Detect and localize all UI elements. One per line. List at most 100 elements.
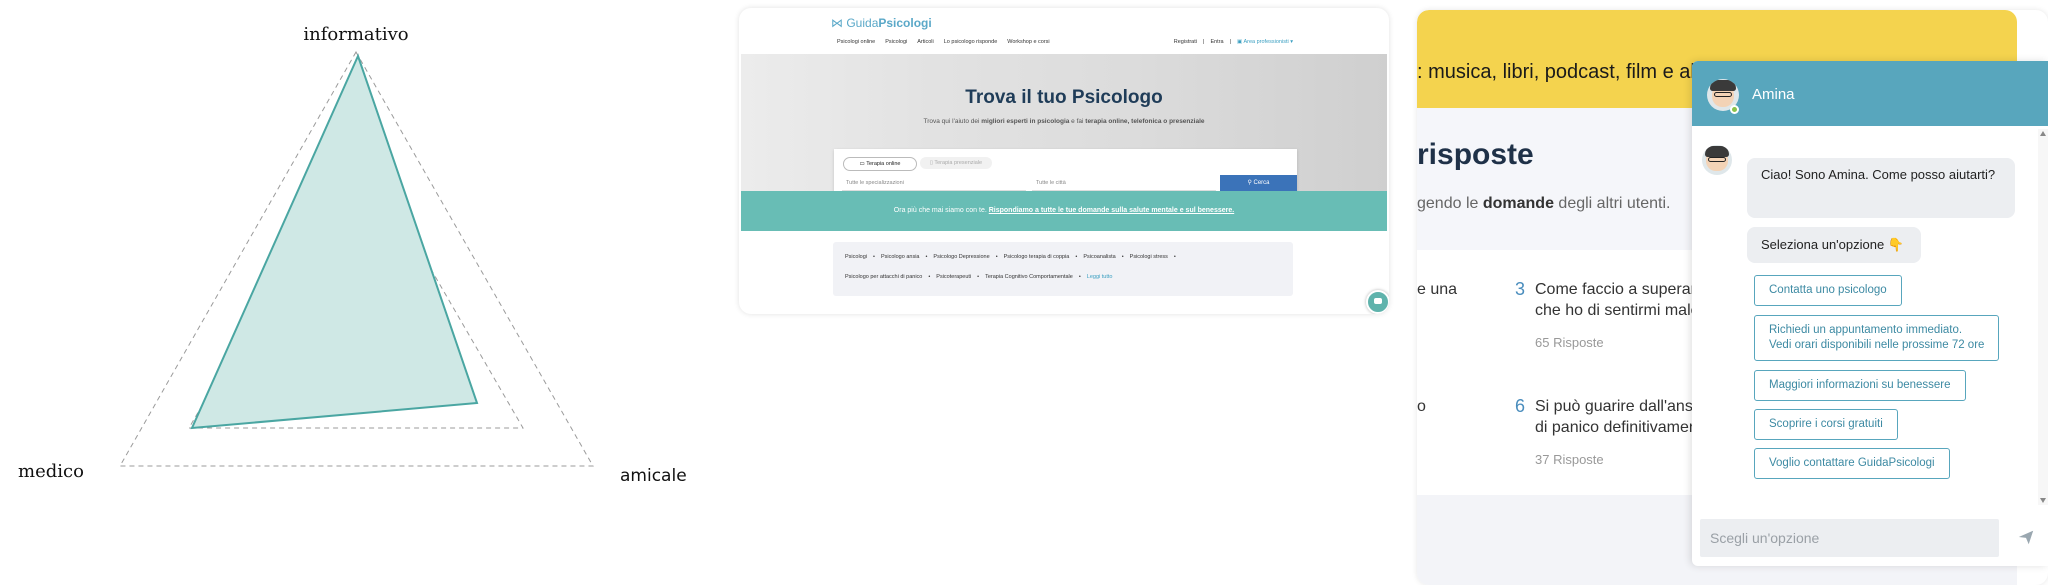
tab-online-label: Terapia online (866, 161, 901, 167)
question-number: 3 (1515, 279, 1526, 299)
chat-input[interactable]: Scegli un'opzione (1700, 519, 1999, 557)
sub-a: gendo le (1417, 195, 1483, 212)
sub-b: domande (1482, 195, 1554, 212)
tab-online-therapy[interactable]: ▭ Terapia online (843, 157, 917, 171)
online-status-icon (1730, 105, 1739, 114)
nav-divider: | (1203, 39, 1205, 45)
hero-subtitle: Trova qui l'aiuto dei migliori esperti i… (741, 118, 1387, 125)
bullet: • (1075, 254, 1078, 260)
popular-link[interactable]: Psicologo Depressione (933, 254, 989, 260)
site-logo[interactable]: ⋈ GuidaPsicologi (831, 16, 932, 30)
links-row: Psicologo per attacchi di panico • Psico… (845, 274, 1112, 280)
bullet: • (873, 254, 875, 260)
radar-chart: informativo medico amicale (18, 24, 687, 486)
chat-widget: Amina Ciao! Sono Amina. Come posso aiuta… (1692, 61, 2048, 566)
login-link[interactable]: Entra (1210, 39, 1223, 45)
search-button-label: Cerca (1253, 180, 1270, 186)
question-title[interactable]: di panico definitivamen (1535, 417, 1698, 438)
chevron-down-icon: ▾ (1288, 39, 1293, 45)
hero-section: Trova il tuo Psicologo Trova qui l'aiuto… (741, 54, 1387, 200)
nav-link[interactable]: Workshop e corsi (1007, 39, 1049, 45)
answer-count: 65 Risposte (1535, 335, 1604, 350)
popular-link[interactable]: Psicologo ansia (881, 254, 920, 260)
popular-link[interactable]: Psicoterapeuti (936, 274, 971, 280)
banner-text: Ora più che mai siamo con te. (893, 207, 989, 214)
popular-link[interactable]: Psicologi (845, 254, 867, 260)
glasses-shape (1708, 157, 1726, 162)
option-contact-guidapsicologi[interactable]: Voglio contattare GuidaPsicologi (1754, 448, 1950, 479)
glasses-shape (1714, 92, 1732, 97)
hero-sub-b: migliori esperti in psicologia (981, 118, 1070, 125)
logo-text-b: Psicologi (878, 16, 932, 30)
site-header: ⋈ GuidaPsicologi Psicologi online Psicol… (739, 8, 1389, 53)
question-title[interactable]: Come faccio a superare (1535, 279, 1705, 300)
send-icon[interactable] (2017, 528, 2035, 546)
bullet: • (925, 254, 928, 260)
hero-sub-d: terapia online, telefonica o presenziale (1085, 118, 1205, 125)
nav-link[interactable]: Psicologi online (837, 39, 875, 45)
chat-bubble-icon[interactable] (1366, 290, 1389, 314)
agent-name: Amina (1752, 86, 1795, 103)
site-nav: Psicologi online Psicologi Articoli Lo p… (837, 39, 1050, 45)
popular-link[interactable]: Terapia Cognitivo Comportamentale (985, 274, 1073, 280)
question-fragment: e una (1417, 281, 1458, 298)
links-row: Psicologi • Psicologo ansia • Psicologo … (845, 254, 1176, 260)
question-title[interactable]: che ho di sentirmi male (1535, 300, 1700, 321)
popular-link[interactable]: Psicologo terapia di coppia (1004, 254, 1070, 260)
popular-link[interactable]: Psicoanalista (1083, 254, 1115, 260)
city-input[interactable]: Tutte le città (1032, 175, 1216, 191)
bullet: • (995, 254, 998, 260)
option-wellbeing-info[interactable]: Maggiori informazioni su benessere (1754, 370, 1966, 401)
bullet: • (928, 274, 931, 280)
scroll-down-icon[interactable] (2040, 498, 2046, 503)
sub-c: degli altri utenti. (1553, 195, 1671, 212)
nav-link[interactable]: Psicologi (885, 39, 907, 45)
popular-link[interactable]: Psicologo per attacchi di panico (845, 274, 922, 280)
avatar (1702, 145, 1732, 175)
nav-link[interactable]: Lo psicologo risponde (944, 39, 998, 45)
radar-data-area (190, 53, 479, 430)
search-button[interactable]: ⚲ Cerca (1220, 175, 1297, 192)
bullet: • (1121, 254, 1124, 260)
pro-area-label: Area professionisti (1243, 39, 1289, 45)
radar-label-top: informativo (303, 24, 408, 45)
scroll-up-icon[interactable] (2040, 131, 2046, 136)
read-all-link[interactable]: Leggi tutto (1087, 274, 1113, 280)
chat-scrollbar[interactable] (2038, 129, 2048, 505)
logo-text-a: Guida (846, 16, 879, 30)
popular-link[interactable]: Psicologi stress (1130, 254, 1168, 260)
tab-in-person-therapy[interactable]: ▯ Terapia presenziale (920, 157, 992, 169)
info-banner: Ora più che mai siamo con te. Rispondiam… (741, 191, 1387, 231)
option-line: Richiedi un appuntamento immediato. (1769, 324, 1963, 336)
option-free-courses[interactable]: Scoprire i corsi gratuiti (1754, 409, 1898, 440)
tab-presenza-label: Terapia presenziale (934, 160, 983, 166)
section-subtitle: gendo le domande degli altri utenti. (1417, 195, 1670, 213)
nav-link[interactable]: Articoli (917, 39, 934, 45)
prompt-message: Seleziona un'opzione 👇 (1747, 227, 1921, 263)
pro-area-link[interactable]: ▣ Area professionisti ▾ (1237, 39, 1293, 45)
hero-title: Trova il tuo Psicologo (965, 87, 1163, 108)
question-fragment: o (1417, 398, 1426, 415)
option-line: Vedi orari disponibili nelle prossime 72… (1769, 339, 1985, 351)
hair-shape (1710, 80, 1736, 91)
hair-shape (1705, 146, 1729, 157)
chat-header: Amina (1692, 61, 2048, 126)
register-link[interactable]: Registrati (1174, 39, 1197, 45)
website-screenshot: ⋈ GuidaPsicologi Psicologi online Psicol… (739, 8, 1389, 314)
nav-divider: | (1229, 39, 1232, 45)
hero-sub-c: e fai (1069, 118, 1086, 125)
bullet: • (1173, 254, 1176, 260)
radar-label-left: medico (18, 461, 84, 482)
butterfly-icon: ⋈ (831, 16, 843, 30)
option-request-appointment[interactable]: Richiedi un appuntamento immediato. Vedi… (1754, 315, 1999, 361)
specialization-input[interactable]: Tutte le specializzazioni (842, 175, 1026, 191)
option-contact-psychologist[interactable]: Contatta uno psicologo (1754, 275, 1902, 306)
banner-link[interactable]: Rispondiamo a tutte le tue domande sulla… (989, 207, 1234, 214)
hero-sub-a: Trova qui l'aiuto dei (923, 118, 982, 125)
radar-label-right: amicale (620, 466, 687, 486)
bullet: • (1078, 274, 1081, 280)
question-title[interactable]: Si può guarire dall'ansia (1535, 396, 1705, 417)
section-heading: risposte (1417, 138, 1534, 171)
answer-count: 37 Risposte (1535, 452, 1604, 467)
site-nav-right: Registrati | Entra | ▣ Area professionis… (1174, 39, 1293, 45)
